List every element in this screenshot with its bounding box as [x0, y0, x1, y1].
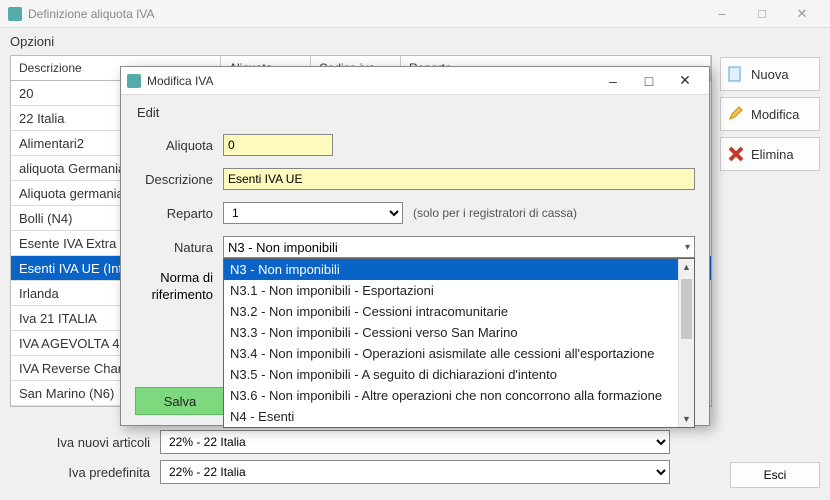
- descrizione-input[interactable]: [223, 168, 695, 190]
- iva-predef-select[interactable]: 22% - 22 Italia: [160, 460, 670, 484]
- chevron-down-icon: ▾: [685, 242, 690, 253]
- modal-maximize-button[interactable]: □: [631, 69, 667, 93]
- modal-title: Modifica IVA: [147, 74, 595, 88]
- app-icon: [8, 7, 22, 21]
- modal-minimize-button[interactable]: –: [595, 69, 631, 93]
- natura-option[interactable]: N3.2 - Non imponibili - Cessioni intraco…: [224, 301, 694, 322]
- bottom-area: Iva nuovi articoli 22% - 22 Italia Iva p…: [10, 430, 820, 500]
- iva-predef-label: Iva predefinita: [10, 465, 150, 480]
- modal-titlebar: Modifica IVA – □ ✕: [121, 67, 709, 95]
- edit-heading: Edit: [135, 105, 695, 120]
- main-title: Definizione aliquota IVA: [28, 7, 702, 21]
- salva-button[interactable]: Salva: [135, 387, 225, 415]
- main-titlebar: Definizione aliquota IVA – □ ✕: [0, 0, 830, 28]
- elimina-button[interactable]: Elimina: [720, 137, 820, 171]
- natura-option[interactable]: N3.4 - Non imponibili - Operazioni asism…: [224, 343, 694, 364]
- scrollbar[interactable]: ▲ ▼: [678, 259, 694, 427]
- natura-select[interactable]: N3 - Non imponibili ▾: [223, 236, 695, 258]
- elimina-label: Elimina: [751, 147, 794, 162]
- natura-option[interactable]: N4 - Esenti: [224, 406, 694, 427]
- maximize-button[interactable]: □: [742, 2, 782, 26]
- delete-icon: [727, 145, 745, 163]
- natura-option[interactable]: N3 - Non imponibili: [224, 259, 694, 280]
- modifica-button[interactable]: Modifica: [720, 97, 820, 131]
- modal-close-button[interactable]: ✕: [667, 69, 703, 93]
- natura-option[interactable]: N3.5 - Non imponibili - A seguito di dic…: [224, 364, 694, 385]
- iva-nuovi-select[interactable]: 22% - 22 Italia: [160, 430, 670, 454]
- nuova-button[interactable]: Nuova: [720, 57, 820, 91]
- aliquota-input[interactable]: [223, 134, 333, 156]
- edit-icon: [727, 105, 745, 123]
- action-buttons: Nuova Modifica Elimina: [720, 55, 820, 407]
- app-icon: [127, 74, 141, 88]
- iva-nuovi-label: Iva nuovi articoli: [10, 435, 150, 450]
- scroll-up-icon[interactable]: ▲: [679, 259, 694, 275]
- scroll-down-icon[interactable]: ▼: [679, 411, 694, 427]
- reparto-label: Reparto: [135, 206, 213, 221]
- modifica-label: Modifica: [751, 107, 799, 122]
- natura-dropdown: N3 - Non imponibiliN3.1 - Non imponibili…: [223, 258, 695, 428]
- natura-selected: N3 - Non imponibili: [228, 240, 338, 255]
- minimize-button[interactable]: –: [702, 2, 742, 26]
- natura-option[interactable]: N3.3 - Non imponibili - Cessioni verso S…: [224, 322, 694, 343]
- natura-label: Natura: [135, 240, 213, 255]
- close-button[interactable]: ✕: [782, 2, 822, 26]
- natura-option[interactable]: N3.1 - Non imponibili - Esportazioni: [224, 280, 694, 301]
- descrizione-label: Descrizione: [135, 172, 213, 187]
- natura-option[interactable]: N3.6 - Non imponibili - Altre operazioni…: [224, 385, 694, 406]
- norma-label: Norma di riferimento: [135, 270, 213, 304]
- esci-button[interactable]: Esci: [730, 462, 820, 488]
- scroll-thumb[interactable]: [681, 279, 692, 339]
- opzioni-menu[interactable]: Opzioni: [0, 28, 830, 55]
- new-icon: [727, 65, 745, 83]
- nuova-label: Nuova: [751, 67, 789, 82]
- aliquota-label: Aliquota: [135, 138, 213, 153]
- modifica-iva-dialog: Modifica IVA – □ ✕ Edit Aliquota Descriz…: [120, 66, 710, 426]
- reparto-hint: (solo per i registratori di cassa): [413, 206, 577, 220]
- reparto-select[interactable]: 1: [223, 202, 403, 224]
